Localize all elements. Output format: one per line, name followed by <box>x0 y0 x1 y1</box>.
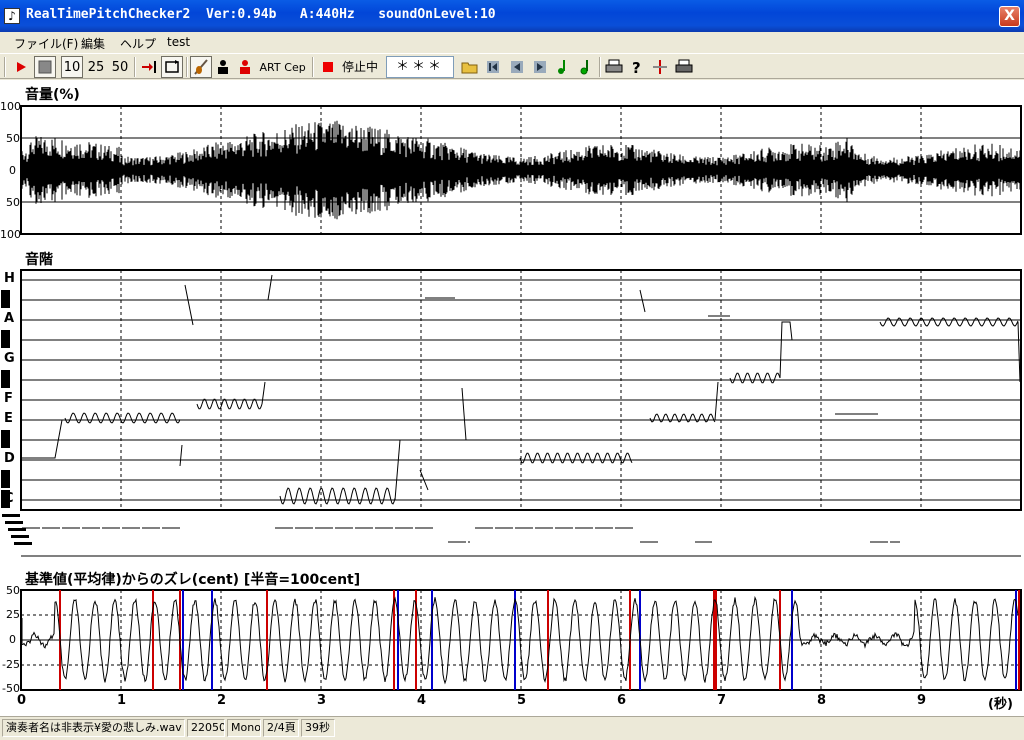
plots-canvas <box>1 105 1022 691</box>
note-label-h: H <box>4 271 15 286</box>
deviation-y-label: -25 <box>2 658 20 671</box>
black-key-marker <box>1 470 10 488</box>
note-label-e: E <box>4 411 13 426</box>
note-label-c: C <box>4 491 14 506</box>
status-file: 演奏者名は非表示¥愛の悲しみ.wav <box>2 719 185 737</box>
note-strip-marker <box>14 542 32 545</box>
x-tick: 6 <box>617 693 627 708</box>
status-bar: 演奏者名は非表示¥愛の悲しみ.wav 22050 Mono 2/4頁 39秒 <box>0 716 1024 740</box>
x-tick: 1 <box>117 693 127 708</box>
volume-y-label: 0 <box>9 164 16 177</box>
x-tick: 5 <box>517 693 527 708</box>
note-label-f: F <box>4 391 13 406</box>
black-key-marker <box>1 370 10 388</box>
black-key-marker <box>1 330 10 348</box>
black-key-marker <box>1 290 10 308</box>
note-strip-marker <box>11 535 29 538</box>
x-tick: 9 <box>917 693 927 708</box>
x-tick: 3 <box>317 693 327 708</box>
volume-y-label: 100 <box>0 100 21 113</box>
status-page: 2/4頁 <box>263 719 299 737</box>
deviation-y-label: 0 <box>9 633 16 646</box>
status-channels: Mono <box>227 719 261 737</box>
deviation-title: 基準値(平均律)からのズレ(cent) [半音=100cent] <box>25 572 361 588</box>
x-tick: 4 <box>417 693 427 708</box>
x-tick: 2 <box>217 693 227 708</box>
deviation-y-label: 25 <box>6 608 20 621</box>
note-label-d: D <box>4 451 15 466</box>
x-tick: 7 <box>717 693 727 708</box>
note-strip-marker <box>5 521 23 524</box>
volume-title: 音量(%) <box>25 87 80 103</box>
status-length: 39秒 <box>301 719 335 737</box>
note-label-g: G <box>4 351 15 366</box>
scale-title: 音階 <box>25 252 53 268</box>
note-strip-marker <box>2 514 20 517</box>
x-unit-label: (秒) <box>988 697 1013 712</box>
volume-y-label: 100 <box>0 228 21 241</box>
volume-y-label: 50 <box>6 196 20 209</box>
note-strip <box>21 512 1021 556</box>
volume-y-label: 50 <box>6 132 20 145</box>
status-rate: 22050 <box>187 719 225 737</box>
x-tick: 8 <box>817 693 827 708</box>
deviation-y-label: 50 <box>6 584 20 597</box>
black-key-marker <box>1 430 10 448</box>
note-label-a: A <box>4 311 15 326</box>
x-tick: 0 <box>17 693 27 708</box>
